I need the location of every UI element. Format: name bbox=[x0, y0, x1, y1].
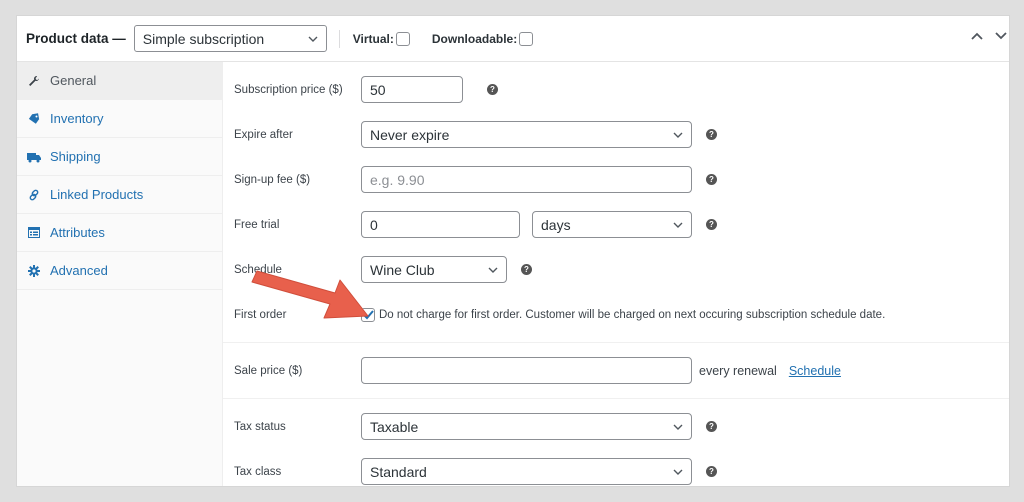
free-trial-length-input[interactable]: 0 bbox=[361, 211, 520, 238]
downloadable-checkbox[interactable] bbox=[519, 31, 534, 46]
signup-fee-placeholder: e.g. 9.90 bbox=[370, 171, 425, 188]
tab-attributes[interactable]: Attributes bbox=[17, 214, 222, 252]
subscription-price-value: 50 bbox=[370, 81, 386, 98]
schedule-label: Schedule bbox=[234, 263, 282, 276]
virtual-label: Virtual: bbox=[352, 31, 394, 46]
chevron-down-icon bbox=[673, 222, 683, 228]
subscription-price-input[interactable]: 50 bbox=[361, 76, 463, 103]
product-data-tabs: General Inventory Shipping Linked Produc… bbox=[17, 62, 223, 486]
wrench-icon bbox=[27, 74, 41, 88]
schedule-row: Schedule Wine Club ? bbox=[223, 247, 1009, 292]
tax-class-label: Tax class bbox=[234, 465, 282, 478]
help-icon[interactable]: ? bbox=[521, 264, 532, 275]
first-order-option[interactable]: Do not charge for first order. Customer … bbox=[361, 307, 886, 322]
tab-general[interactable]: General bbox=[17, 62, 222, 100]
signup-fee-label: Sign-up fee ($) bbox=[234, 173, 311, 186]
subscription-fields: Subscription price ($) 50 ? Expire after… bbox=[223, 62, 1009, 343]
checkmark-icon bbox=[362, 309, 374, 319]
truck-icon bbox=[27, 150, 41, 164]
panel-toggles bbox=[969, 28, 1009, 44]
first-order-label: First order bbox=[234, 308, 287, 321]
expire-after-select[interactable]: Never expire bbox=[361, 121, 692, 148]
product-data-header: Product data — Simple subscription Virtu… bbox=[17, 16, 1009, 62]
expire-after-row: Expire after Never expire ? bbox=[223, 112, 1009, 157]
product-type-value: Simple subscription bbox=[142, 30, 265, 47]
tab-advanced[interactable]: Advanced bbox=[17, 252, 222, 290]
tax-status-row: Tax status Taxable ? bbox=[223, 404, 1009, 449]
gear-icon bbox=[27, 264, 41, 278]
chevron-down-icon bbox=[995, 32, 1007, 40]
schedule-sale-link[interactable]: Schedule bbox=[789, 364, 841, 378]
chevron-down-icon bbox=[673, 424, 683, 430]
free-trial-unit: days bbox=[541, 216, 571, 233]
move-down-button[interactable] bbox=[993, 28, 1009, 44]
first-order-checkbox[interactable] bbox=[361, 307, 375, 322]
sale-price-group: Sale price ($) every renewal Schedule bbox=[223, 343, 1009, 399]
tab-label: Advanced bbox=[50, 263, 108, 278]
link-icon bbox=[27, 188, 41, 202]
help-icon[interactable]: ? bbox=[706, 174, 717, 185]
tax-status-select[interactable]: Taxable bbox=[361, 413, 692, 440]
virtual-checkbox[interactable] bbox=[395, 31, 410, 46]
tax-status-value: Taxable bbox=[370, 418, 419, 435]
virtual-option[interactable]: Virtual: bbox=[352, 31, 410, 46]
free-trial-row: Free trial 0 days ? bbox=[223, 202, 1009, 247]
chevron-down-icon bbox=[673, 132, 683, 138]
tax-class-select[interactable]: Standard bbox=[361, 458, 692, 485]
free-trial-period-select[interactable]: days bbox=[532, 211, 692, 238]
sale-price-row: Sale price ($) every renewal Schedule bbox=[223, 348, 1009, 393]
free-trial-label: Free trial bbox=[234, 218, 280, 231]
free-trial-value: 0 bbox=[370, 216, 378, 233]
general-panel: Subscription price ($) 50 ? Expire after… bbox=[223, 62, 1009, 486]
tax-class-value: Standard bbox=[370, 463, 427, 480]
expire-after-label: Expire after bbox=[234, 128, 293, 141]
chevron-up-icon bbox=[971, 32, 983, 40]
sale-price-input[interactable] bbox=[361, 357, 692, 384]
move-up-button[interactable] bbox=[969, 28, 985, 44]
chevron-down-icon bbox=[488, 267, 498, 273]
tab-label: Attributes bbox=[50, 225, 105, 240]
schedule-value: Wine Club bbox=[370, 261, 435, 278]
tab-label: Shipping bbox=[50, 149, 101, 164]
subscription-price-row: Subscription price ($) 50 ? bbox=[223, 67, 1009, 112]
help-icon[interactable]: ? bbox=[706, 219, 717, 230]
chevron-down-icon bbox=[308, 36, 318, 42]
tax-group: Tax status Taxable ? Tax class Standard … bbox=[223, 399, 1009, 486]
help-icon[interactable]: ? bbox=[706, 421, 717, 432]
downloadable-option[interactable]: Downloadable: bbox=[431, 31, 534, 46]
tab-inventory[interactable]: Inventory bbox=[17, 100, 222, 138]
panel-title: Product data — bbox=[26, 31, 126, 46]
tab-shipping[interactable]: Shipping bbox=[17, 138, 222, 176]
list-icon bbox=[27, 226, 41, 240]
tag-icon bbox=[27, 112, 41, 126]
tab-label: Inventory bbox=[50, 111, 104, 126]
tax-status-label: Tax status bbox=[234, 420, 286, 433]
expire-after-value: Never expire bbox=[370, 126, 450, 143]
first-order-text: Do not charge for first order. Customer … bbox=[379, 308, 886, 321]
signup-fee-row: Sign-up fee ($) e.g. 9.90 ? bbox=[223, 157, 1009, 202]
first-order-row: First order Do not charge for first orde… bbox=[223, 292, 1009, 337]
divider bbox=[338, 29, 340, 48]
product-data-panel: Product data — Simple subscription Virtu… bbox=[16, 15, 1010, 487]
tab-label: General bbox=[50, 73, 97, 88]
sale-price-suffix: every renewal bbox=[699, 363, 777, 378]
chevron-down-icon bbox=[673, 469, 683, 475]
sale-price-label: Sale price ($) bbox=[234, 364, 303, 377]
subscription-price-label: Subscription price ($) bbox=[234, 83, 343, 96]
help-icon[interactable]: ? bbox=[706, 466, 717, 477]
tax-class-row: Tax class Standard ? bbox=[223, 449, 1009, 486]
product-type-select[interactable]: Simple subscription bbox=[133, 25, 327, 52]
tab-label: Linked Products bbox=[50, 187, 144, 202]
downloadable-label: Downloadable: bbox=[431, 31, 518, 46]
help-icon[interactable]: ? bbox=[487, 84, 498, 95]
tab-linked-products[interactable]: Linked Products bbox=[17, 176, 222, 214]
schedule-select[interactable]: Wine Club bbox=[361, 256, 507, 283]
signup-fee-input[interactable]: e.g. 9.90 bbox=[361, 166, 692, 193]
help-icon[interactable]: ? bbox=[706, 129, 717, 140]
